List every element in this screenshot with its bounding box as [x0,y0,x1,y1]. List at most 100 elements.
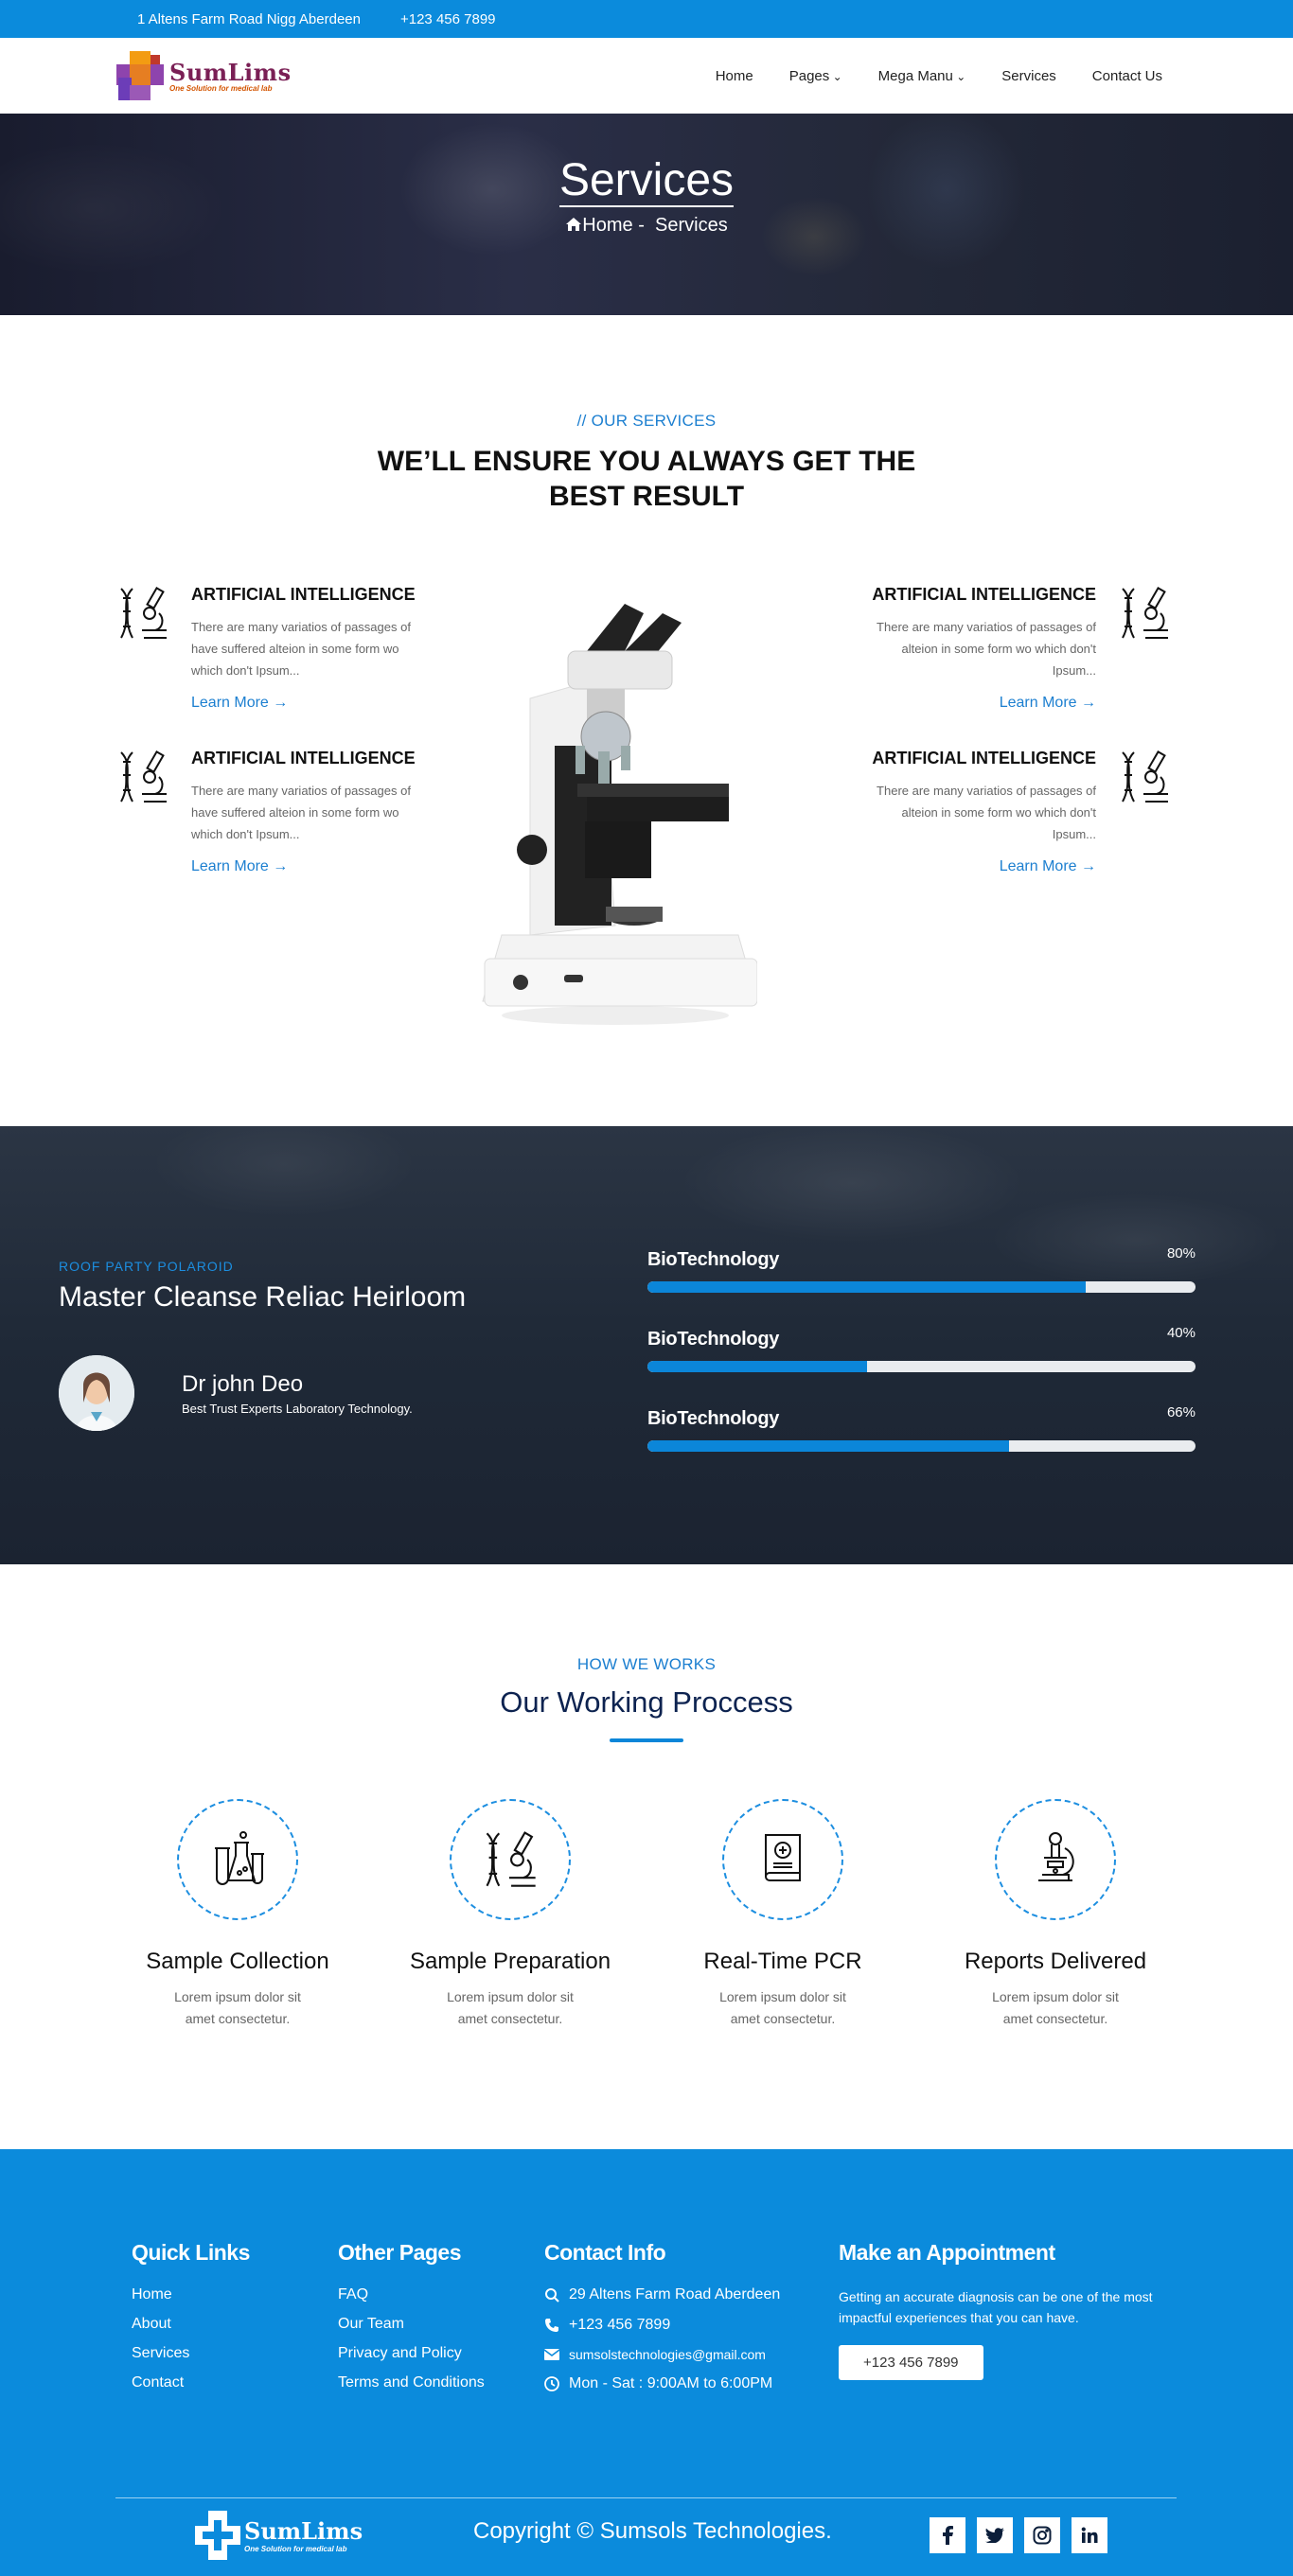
step-text-line1: Lorem ipsum dolor sit [719,1989,846,2004]
progress-percent: 40% [1166,1325,1196,1341]
nav-home[interactable]: Home [716,68,753,84]
footer-link-team[interactable]: Our Team [338,2316,485,2333]
contact-phone[interactable]: +123 456 7899 [544,2317,780,2334]
doctor-avatar [59,1355,134,1431]
footer-link-privacy[interactable]: Privacy and Policy [338,2345,485,2362]
nav-pages[interactable]: Pages [789,68,842,84]
site-logo[interactable]: SumLims One Solution for medical lab [116,49,292,102]
top-bar: 1 Altens Farm Road Nigg Aberdeen +123 45… [0,0,1293,38]
step-title: Sample Collection [146,1949,329,1974]
progress-label: BioTechnology [647,1329,780,1350]
services-eyebrow: // OUR SERVICES [576,412,717,430]
quick-links-title: Quick Links [132,2240,250,2265]
step-title: Sample Preparation [409,1949,611,1974]
progress-label: BioTechnology [647,1408,780,1429]
contact-info-title: Contact Info [544,2240,666,2265]
progress-label: BioTechnology [647,1249,780,1270]
dna-microscope-icon [120,750,167,803]
doctor-card: Dr john Deo Best Trust Experts Laborator… [59,1355,466,1431]
topbar-phone[interactable]: +123 456 7899 [400,11,496,27]
quick-links-column: Quick Links Home About Services Contact [132,2240,250,2404]
microscope-image [482,604,757,1025]
step-title: Real-Time PCR [703,1949,862,1974]
learn-more-link[interactable]: Learn More [191,858,288,875]
logo-cross-icon [116,51,164,100]
step-text-line2: amet consectetur. [730,2011,836,2026]
learn-more-link[interactable]: Learn More [1000,695,1096,712]
footer-link-about[interactable]: About [132,2316,250,2333]
breadcrumb: Home - Services [0,215,1293,237]
social-links [930,2517,1107,2553]
process-step: Sample Preparation Lorem ipsum dolor sit… [397,1799,624,2030]
footer-link-home[interactable]: Home [132,2286,250,2303]
footer-link-contact[interactable]: Contact [132,2374,250,2391]
nav-contact[interactable]: Contact Us [1092,68,1162,84]
doctor-subtitle: Best Trust Experts Laboratory Technology… [182,1401,413,1416]
contact-info-column: Contact Info 29 Altens Farm Road Aberdee… [544,2240,780,2406]
progress-bars: BioTechnology 80% BioTechnology 40% BioT… [647,1245,1196,1488]
progress-fill [647,1440,1010,1452]
footer-logo-tagline: One Solution for medical lab [244,2545,347,2553]
dna-microscope-icon [486,1831,536,1887]
topbar-address: 1 Altens Farm Road Nigg Aberdeen [137,10,361,27]
process-eyebrow: HOW WE WORKS [576,1655,717,1673]
nav-services[interactable]: Services [1001,68,1056,84]
dna-microscope-icon [120,586,167,639]
dna-microscope-icon [1122,750,1168,803]
learn-more-link[interactable]: Learn More [1000,858,1096,875]
nav-mega-menu[interactable]: Mega Manu [878,68,966,84]
page-banner: Services Home - Services [0,114,1293,315]
service-item: ARTIFICIAL INTELLIGENCE There are many v… [115,585,437,712]
service-title: ARTIFICIAL INTELLIGENCE [191,749,416,768]
copyright-text: Copyright © Sumsols Technologies. [473,2518,832,2544]
step-text: Lorem ipsum dolor sit amet consectetur. [669,1986,896,2030]
appointment-phone-button[interactable]: +123 456 7899 [839,2345,983,2380]
process-step: Sample Collection Lorem ipsum dolor sit a… [124,1799,351,2030]
progress-row: BioTechnology 80% [647,1245,1196,1329]
title-underline [610,1738,683,1742]
service-title: ARTIFICIAL INTELLIGENCE [872,749,1096,768]
page-title: Services [558,155,735,207]
contact-email[interactable]: sumsolstechnologies@gmail.com [544,2347,780,2362]
process-step: Real-Time PCR Lorem ipsum dolor sit amet … [669,1799,896,2030]
footer-link-services[interactable]: Services [132,2345,250,2362]
service-item: ARTIFICIAL INTELLIGENCE There are many v… [115,749,437,875]
skills-title: Master Cleanse Reliac Heirloom [59,1281,467,1313]
services-title: WE’LL ENSURE YOU ALWAYS GET THE BEST RES… [0,444,1293,514]
footer-divider [115,2497,1177,2498]
clock-icon [544,2376,559,2391]
service-text: There are many variatios of passages of … [191,620,411,678]
footer-link-faq[interactable]: FAQ [338,2286,485,2303]
contact-email-text: sumsolstechnologies@gmail.com [569,2347,766,2362]
footer-logo-name: SumLims [244,2517,363,2545]
breadcrumb-home[interactable]: Home [582,215,632,236]
step-circle [722,1799,843,1920]
breadcrumb-current: Services [655,215,728,236]
footer-link-terms[interactable]: Terms and Conditions [338,2374,485,2391]
service-text: There are many variatios of passages of … [191,784,411,841]
skills-eyebrow: ROOF PARTY POLAROID [59,1259,234,1274]
step-circle [177,1799,298,1920]
appointment-column: Make an Appointment Getting an accurate … [839,2240,1170,2380]
site-footer: Quick Links Home About Services Contact … [0,2149,1293,2576]
service-title: ARTIFICIAL INTELLIGENCE [191,585,416,604]
step-text: Lorem ipsum dolor sit amet consectetur. [397,1986,624,2030]
service-text: There are many variatios of passages of … [877,620,1096,678]
step-text-line2: amet consectetur. [185,2011,291,2026]
linkedin-icon[interactable] [1072,2517,1107,2553]
step-text-line1: Lorem ipsum dolor sit [174,1989,301,2004]
services-title-line2: BEST RESULT [548,481,745,512]
twitter-icon[interactable] [977,2517,1013,2553]
facebook-icon[interactable] [930,2517,965,2553]
envelope-icon [544,2349,559,2360]
process-section: HOW WE WORKS Our Working Proccess Sample… [0,1564,1293,2149]
contact-address: 29 Altens Farm Road Aberdeen [544,2286,780,2303]
step-text: Lorem ipsum dolor sit amet consectetur. [942,1986,1169,2030]
service-title: ARTIFICIAL INTELLIGENCE [872,585,1096,604]
step-text-line1: Lorem ipsum dolor sit [992,1989,1119,2004]
footer-logo[interactable]: SumLims One Solution for medical lab [193,2509,363,2562]
step-text-line1: Lorem ipsum dolor sit [447,1989,574,2004]
service-item: ARTIFICIAL INTELLIGENCE There are many v… [850,749,1172,875]
learn-more-link[interactable]: Learn More [191,695,288,712]
instagram-icon[interactable] [1024,2517,1060,2553]
